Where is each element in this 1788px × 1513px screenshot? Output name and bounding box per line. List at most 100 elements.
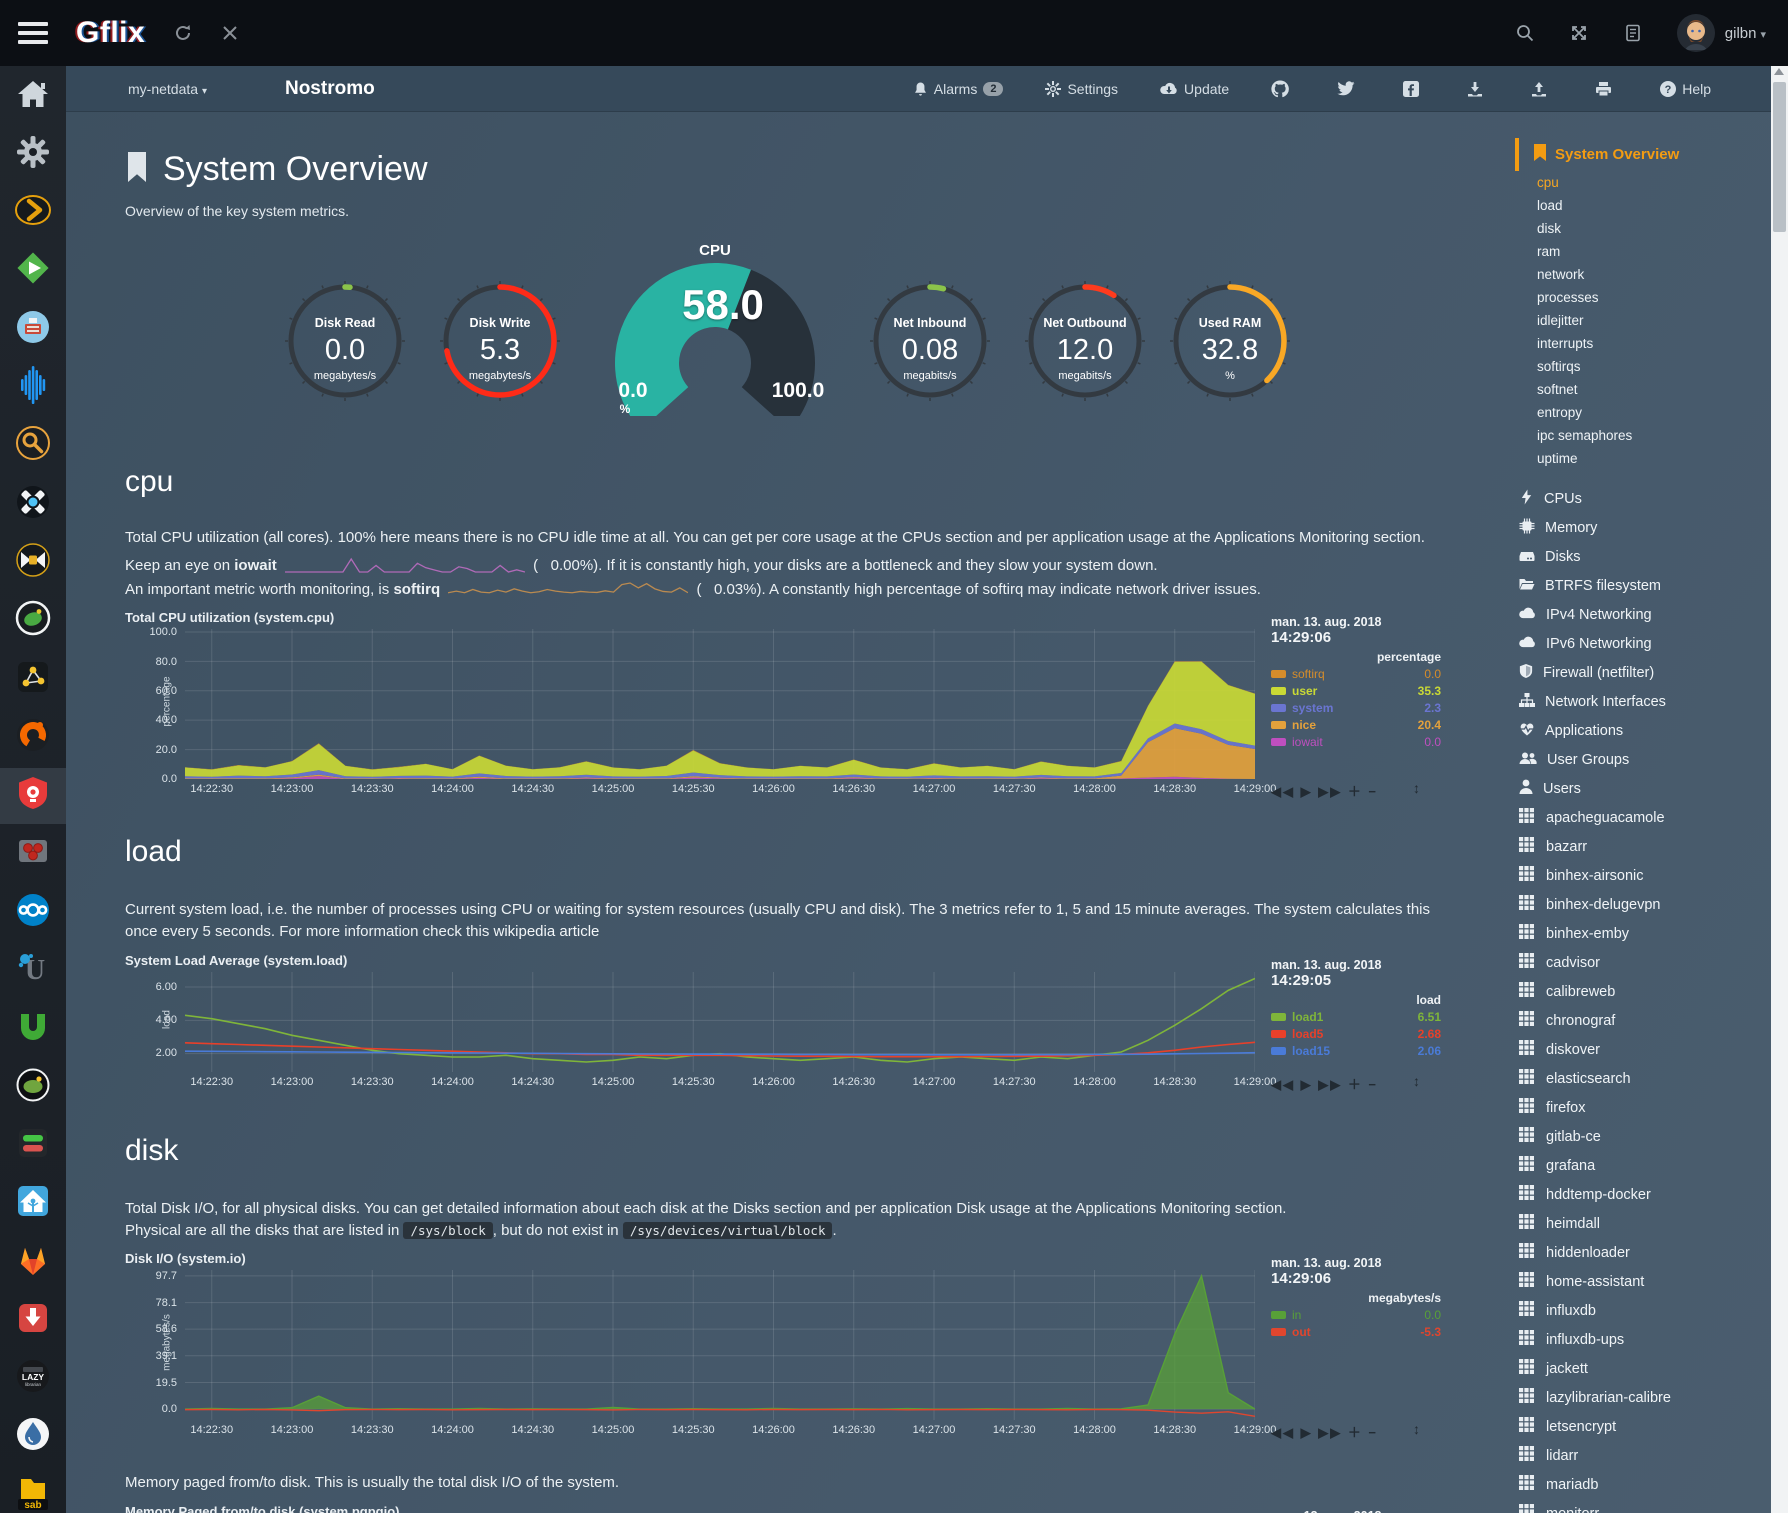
menu-app-influxdb[interactable]: influxdb bbox=[1515, 1296, 1755, 1325]
browser-scrollbar[interactable] bbox=[1771, 66, 1788, 1513]
menu-section-users[interactable]: Users bbox=[1515, 774, 1755, 803]
menu-app-influxdb-ups[interactable]: influxdb-ups bbox=[1515, 1325, 1755, 1354]
menu-sub-processes[interactable]: processes bbox=[1515, 286, 1755, 309]
sidebar-app-heimdall-icon[interactable] bbox=[0, 768, 66, 824]
menu-section-applications[interactable]: Applications bbox=[1515, 716, 1755, 745]
legend-row-system[interactable]: system2.3 bbox=[1271, 701, 1441, 715]
legend-row-out[interactable]: out-5.3 bbox=[1271, 1325, 1441, 1339]
refresh-icon[interactable] bbox=[173, 23, 193, 43]
menu-sub-interrupts[interactable]: interrupts bbox=[1515, 332, 1755, 355]
chart-resize-handle[interactable]: ↕ bbox=[1413, 780, 1420, 796]
sidebar-app-ubooquity-icon[interactable]: U bbox=[0, 943, 66, 999]
menu-sub-softnet[interactable]: softnet bbox=[1515, 378, 1755, 401]
sidebar-app-green-circle-app-icon[interactable] bbox=[0, 593, 66, 649]
menu-app-elasticsearch[interactable]: elasticsearch bbox=[1515, 1064, 1755, 1093]
changelog-icon[interactable] bbox=[1623, 23, 1643, 43]
alarms-button[interactable]: Alarms2 bbox=[913, 81, 1004, 97]
menu-section-disks[interactable]: Disks bbox=[1515, 542, 1755, 571]
legend-row-load5[interactable]: load52.68 bbox=[1271, 1027, 1441, 1041]
settings-button[interactable]: Settings bbox=[1045, 81, 1118, 97]
hamburger-menu-icon[interactable] bbox=[18, 22, 48, 44]
menu-section-firewall-netfilter-[interactable]: Firewall (netfilter) bbox=[1515, 658, 1755, 687]
chart-canvas-disk[interactable] bbox=[185, 1270, 1255, 1420]
sidebar-app-green-u-app-icon[interactable] bbox=[0, 1001, 66, 1057]
menu-sub-softirqs[interactable]: softirqs bbox=[1515, 355, 1755, 378]
sidebar-app-nextcloud-icon[interactable] bbox=[0, 884, 66, 940]
sidebar-app-bowtie-app-icon[interactable] bbox=[0, 534, 66, 590]
wikipedia-link[interactable]: wikipedia article bbox=[494, 923, 600, 940]
sidebar-app-monitorr-icon[interactable] bbox=[0, 1117, 66, 1173]
menu-app-hddtemp-docker[interactable]: hddtemp-docker bbox=[1515, 1180, 1755, 1209]
menu-app-jackett[interactable]: jackett bbox=[1515, 1354, 1755, 1383]
gauge-used-ram[interactable]: Used RAM 32.8 % bbox=[1165, 263, 1295, 413]
menu-section-user-groups[interactable]: User Groups bbox=[1515, 745, 1755, 774]
import-icon[interactable] bbox=[1467, 81, 1489, 97]
menu-sub-entropy[interactable]: entropy bbox=[1515, 401, 1755, 424]
sidebar-app-grafana-icon[interactable] bbox=[0, 709, 66, 765]
sparkline[interactable] bbox=[285, 557, 525, 574]
chart-resize-handle[interactable]: ↕ bbox=[1413, 1421, 1420, 1437]
menu-app-firefox[interactable]: firefox bbox=[1515, 1093, 1755, 1122]
sidebar-app-lazylibrarian-icon[interactable]: LAZYlibrarian bbox=[0, 1351, 66, 1407]
sidebar-app-airsonic-icon[interactable] bbox=[0, 360, 66, 416]
sidebar-app-guacamole-icon[interactable] bbox=[0, 1059, 66, 1115]
sidebar-app-home-assistant-icon[interactable] bbox=[0, 1176, 66, 1232]
chart-toolbar[interactable]: ◀◀ ▶ ▶▶ ＋ − bbox=[1271, 1422, 1378, 1441]
sidebar-app-deluge-icon[interactable] bbox=[0, 1409, 66, 1465]
github-icon[interactable] bbox=[1271, 80, 1295, 98]
sparkline[interactable] bbox=[448, 581, 688, 598]
menu-app-letsencrypt[interactable]: letsencrypt bbox=[1515, 1412, 1755, 1441]
menu-app-cadvisor[interactable]: cadvisor bbox=[1515, 948, 1755, 977]
sidebar-app-emby-icon[interactable] bbox=[0, 243, 66, 299]
menu-app-binhex-emby[interactable]: binhex-emby bbox=[1515, 919, 1755, 948]
fullscreen-icon[interactable] bbox=[1569, 23, 1589, 43]
menu-app-calibreweb[interactable]: calibreweb bbox=[1515, 977, 1755, 1006]
sidebar-app-gitlab-icon[interactable] bbox=[0, 1234, 66, 1290]
export-icon[interactable] bbox=[1531, 81, 1553, 97]
sidebar-app-node-graph-app-icon[interactable] bbox=[0, 651, 66, 707]
legend-row-load15[interactable]: load152.06 bbox=[1271, 1044, 1441, 1058]
sidebar-app-sabnzbd-icon[interactable]: sab bbox=[0, 1467, 66, 1513]
menu-app-lidarr[interactable]: lidarr bbox=[1515, 1441, 1755, 1470]
legend-row-nice[interactable]: nice20.4 bbox=[1271, 718, 1441, 732]
menu-app-mariadb[interactable]: mariadb bbox=[1515, 1470, 1755, 1499]
sidebar-app-x-app-icon[interactable] bbox=[0, 476, 66, 532]
menu-app-lazylibrarian-calibre[interactable]: lazylibrarian-calibre bbox=[1515, 1383, 1755, 1412]
avatar[interactable] bbox=[1677, 14, 1715, 52]
menu-section-network-interfaces[interactable]: Network Interfaces bbox=[1515, 687, 1755, 716]
menu-sub-ipc-semaphores[interactable]: ipc semaphores bbox=[1515, 424, 1755, 447]
menu-section-ipv6-networking[interactable]: IPv6 Networking bbox=[1515, 629, 1755, 658]
menu-sub-load[interactable]: load bbox=[1515, 194, 1755, 217]
help-button[interactable]: ? Help bbox=[1660, 81, 1711, 97]
legend-row-user[interactable]: user35.3 bbox=[1271, 684, 1441, 698]
sidebar-app-cadvisor-icon[interactable] bbox=[0, 301, 66, 357]
menu-app-hiddenloader[interactable]: hiddenloader bbox=[1515, 1238, 1755, 1267]
facebook-icon[interactable] bbox=[1403, 81, 1425, 97]
gauge-net-inbound[interactable]: Net Inbound 0.08 megabits/s bbox=[865, 263, 995, 413]
update-button[interactable]: Update bbox=[1160, 81, 1229, 97]
twitter-icon[interactable] bbox=[1337, 81, 1361, 96]
menu-section-cpus[interactable]: CPUs bbox=[1515, 484, 1755, 513]
chart-canvas-cpu[interactable] bbox=[185, 629, 1255, 779]
menu-app-apacheguacamole[interactable]: apacheguacamole bbox=[1515, 803, 1755, 832]
sidebar-app-plex-icon[interactable] bbox=[0, 185, 66, 241]
menu-sub-cpu[interactable]: cpu bbox=[1515, 171, 1755, 194]
print-icon[interactable] bbox=[1595, 81, 1618, 97]
menu-app-chronograf[interactable]: chronograf bbox=[1515, 1006, 1755, 1035]
menu-app-binhex-airsonic[interactable]: binhex-airsonic bbox=[1515, 861, 1755, 890]
close-icon[interactable] bbox=[221, 24, 239, 42]
menu-app-bazarr[interactable]: bazarr bbox=[1515, 832, 1755, 861]
legend-row-iowait[interactable]: iowait0.0 bbox=[1271, 735, 1441, 749]
menu-sub-ram[interactable]: ram bbox=[1515, 240, 1755, 263]
legend-row-load1[interactable]: load16.51 bbox=[1271, 1010, 1441, 1024]
sidebar-app-gear-icon[interactable] bbox=[0, 126, 66, 182]
legend-row-in[interactable]: in0.0 bbox=[1271, 1308, 1441, 1322]
menu-sub-uptime[interactable]: uptime bbox=[1515, 447, 1755, 470]
menu-sub-network[interactable]: network bbox=[1515, 263, 1755, 286]
menu-sub-disk[interactable]: disk bbox=[1515, 217, 1755, 240]
menu-app-binhex-delugevpn[interactable]: binhex-delugevpn bbox=[1515, 890, 1755, 919]
menu-app-grafana[interactable]: grafana bbox=[1515, 1151, 1755, 1180]
sidebar-app-diskover-icon[interactable] bbox=[0, 418, 66, 474]
search-icon[interactable] bbox=[1515, 23, 1535, 43]
chart-resize-handle[interactable]: ↕ bbox=[1413, 1073, 1420, 1089]
